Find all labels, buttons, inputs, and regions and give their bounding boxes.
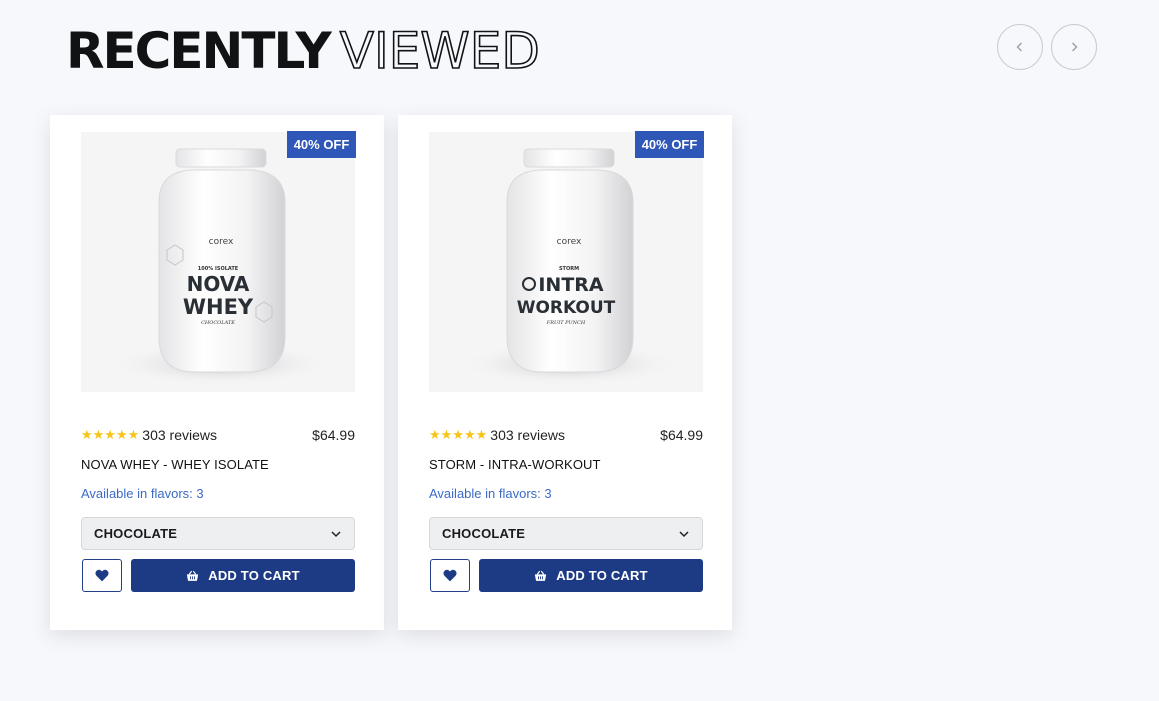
discount-badge: 40% OFF (635, 131, 704, 158)
add-to-cart-button[interactable]: ADD TO CART (479, 559, 703, 592)
review-count[interactable]: 303 reviews (142, 427, 217, 443)
heart-icon (95, 569, 109, 582)
flavor-select-value: CHOCOLATE (442, 526, 526, 541)
chevron-down-icon (679, 530, 689, 537)
chevron-down-icon (331, 530, 341, 537)
jar-flavor: FRUIT PUNCH (546, 320, 586, 326)
flavor-select[interactable]: CHOCOLATE (81, 517, 355, 550)
rating-row: ★★★★★ 303 reviews $64.99 (429, 425, 703, 445)
flavor-count: Available in flavors: 3 (429, 486, 552, 501)
product-image[interactable]: corex 100% ISOLATE NOVA WHEY CHOCOLATE (81, 132, 355, 392)
product-price: $64.99 (312, 427, 355, 443)
add-to-cart-label: ADD TO CART (208, 568, 300, 583)
wishlist-button[interactable] (82, 559, 122, 592)
product-card[interactable]: corex 100% ISOLATE NOVA WHEY CHOCOLATE 4… (50, 115, 384, 630)
chevron-left-icon (1016, 42, 1022, 52)
carousel-next-button[interactable] (1051, 24, 1097, 70)
section-title-bold: RECENTLY (66, 22, 332, 80)
flavor-select[interactable]: CHOCOLATE (429, 517, 703, 550)
product-card[interactable]: corex STORM INTRA WORKOUT FRUIT PUNCH 40… (398, 115, 732, 630)
add-to-cart-button[interactable]: ADD TO CART (131, 559, 355, 592)
jar-line1: NOVA (187, 272, 250, 296)
add-to-cart-label: ADD TO CART (556, 568, 648, 583)
jar-brand: corex (209, 237, 234, 247)
star-rating-icon: ★★★★★ (81, 427, 140, 442)
jar-flavor: CHOCOLATE (201, 320, 235, 326)
jar-line2: WHEY (183, 295, 254, 319)
product-image[interactable]: corex STORM INTRA WORKOUT FRUIT PUNCH (429, 132, 703, 392)
section-title-outline: VIEWED (339, 22, 541, 80)
review-count[interactable]: 303 reviews (490, 427, 565, 443)
basket-icon (187, 570, 199, 581)
jar-subline: STORM (559, 266, 579, 272)
product-price: $64.99 (660, 427, 703, 443)
basket-icon (535, 570, 547, 581)
carousel-prev-button[interactable] (997, 24, 1043, 70)
rating-row: ★★★★★ 303 reviews $64.99 (81, 425, 355, 445)
jar-line2: WORKOUT (517, 298, 616, 318)
flavor-select-value: CHOCOLATE (94, 526, 178, 541)
star-rating-icon: ★★★★★ (429, 427, 488, 442)
jar-brand: corex (557, 237, 582, 247)
section-title: RECENTLY VIEWED (66, 22, 541, 80)
flavor-count: Available in flavors: 3 (81, 486, 204, 501)
jar-line1: INTRA (538, 274, 604, 296)
chevron-right-icon (1072, 42, 1078, 52)
product-name[interactable]: NOVA WHEY - WHEY ISOLATE (81, 457, 269, 472)
wishlist-button[interactable] (430, 559, 470, 592)
heart-icon (443, 569, 457, 582)
product-name[interactable]: STORM - INTRA-WORKOUT (429, 457, 601, 472)
discount-badge: 40% OFF (287, 131, 356, 158)
